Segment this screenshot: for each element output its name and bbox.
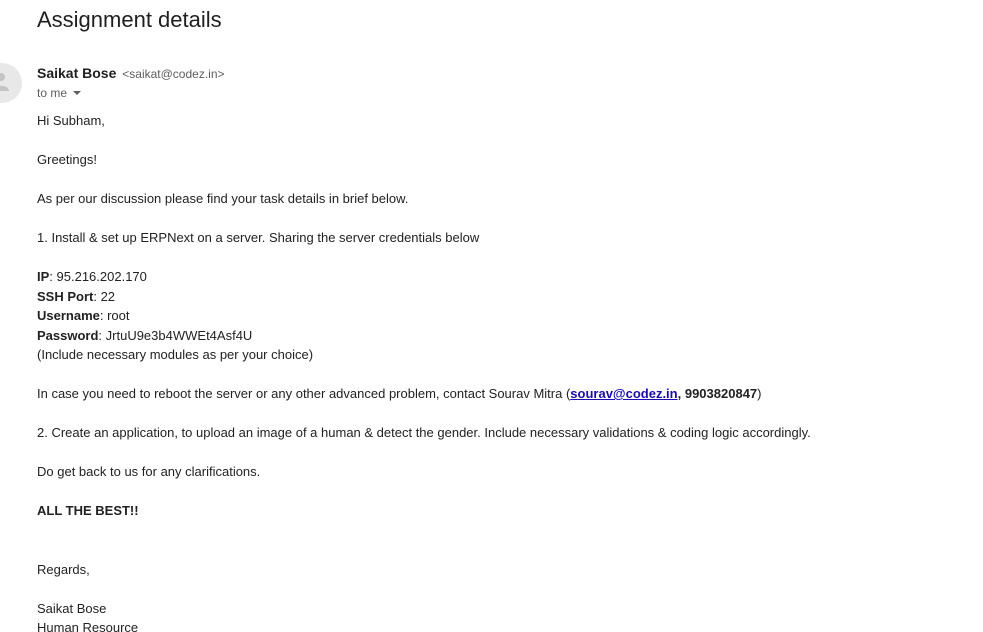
signature-name: Saikat Bose <box>37 600 107 616</box>
credential-value: : root <box>99 308 130 323</box>
recipient-line[interactable]: to me <box>37 85 82 101</box>
credential-value: : JrtuU9e3b4WWEt4Asf4U <box>98 327 253 343</box>
credential-username: Username: root <box>37 306 967 326</box>
regards-text: Regards, <box>37 561 90 577</box>
contact-suffix: ) <box>757 386 762 401</box>
all-the-best-line: ALL THE BEST!! <box>37 501 967 521</box>
chevron-down-icon[interactable] <box>73 91 82 95</box>
credential-label: Username <box>37 308 100 323</box>
contact-text: In case you need to reboot the server or… <box>37 384 967 404</box>
credential-password: Password: JrtuU9e3b4WWEt4Asf4U <box>37 326 967 346</box>
all-the-best-text: ALL THE BEST!! <box>37 503 139 518</box>
credential-ssh-port: SSH Port: 22 <box>37 287 967 307</box>
contact-email-link[interactable]: sourav@codez.in <box>570 386 677 401</box>
modules-note: (Include necessary modules as per your c… <box>37 347 314 362</box>
sender-line: Saikat Bose <saikat@codez.in> <box>37 64 225 83</box>
credential-value: : 95.216.202.170 <box>49 269 147 284</box>
clarifications-text: Do get back to us for any clarifications… <box>37 464 261 479</box>
person-icon <box>0 73 9 91</box>
credential-ip: IP: 95.216.202.170 <box>37 267 967 287</box>
contact-prefix: In case you need to reboot the server or… <box>37 386 571 401</box>
credential-label: Password <box>37 327 99 343</box>
credential-label: SSH Port <box>37 288 94 304</box>
recipient-label: to me <box>37 86 68 100</box>
sender-name[interactable]: Saikat Bose <box>37 65 116 81</box>
email-body: Hi Subham, Greetings! As per our discuss… <box>37 111 967 632</box>
sender-avatar[interactable] <box>0 63 22 103</box>
task2-text: 2. Create an application, to upload an i… <box>37 425 811 440</box>
email-view: Assignment details Saikat Bose <saikat@c… <box>0 0 983 632</box>
credential-label: IP <box>37 269 50 284</box>
greetings-text: Greetings! <box>37 152 97 167</box>
credential-value: : 22 <box>93 288 116 304</box>
greeting-text: Hi Subham, <box>37 113 105 128</box>
signature-title: Human Resource <box>37 620 139 632</box>
contact-phone: , 9903820847 <box>677 386 758 401</box>
task1-text: 1. Install & set up ERPNext on a server.… <box>37 230 480 245</box>
sender-email: <saikat@codez.in> <box>122 67 225 81</box>
email-subject: Assignment details <box>37 7 222 32</box>
intro-text: As per our discussion please find your t… <box>37 191 409 206</box>
